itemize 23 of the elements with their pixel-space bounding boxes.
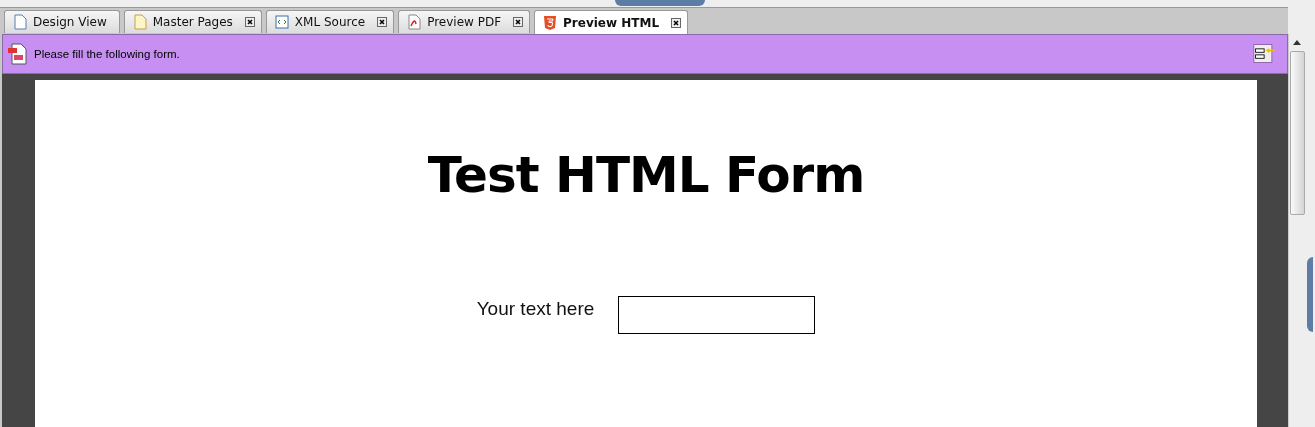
pdf-icon bbox=[407, 14, 422, 30]
tab[interactable]: Preview PDF bbox=[398, 10, 531, 33]
code-icon bbox=[274, 14, 289, 30]
html5-icon bbox=[543, 15, 558, 31]
message-text: Please fill the following form. bbox=[34, 48, 180, 60]
close-icon[interactable] bbox=[513, 17, 524, 27]
form-fields-icon[interactable] bbox=[1253, 42, 1277, 66]
side-panel-handle[interactable] bbox=[1307, 257, 1313, 332]
tab[interactable]: XML Source bbox=[265, 10, 395, 33]
tab[interactable]: Master Pages bbox=[123, 10, 262, 33]
text-field[interactable] bbox=[618, 296, 816, 334]
close-icon[interactable] bbox=[377, 17, 388, 27]
tab[interactable]: Preview HTML bbox=[534, 10, 689, 35]
page-icon bbox=[132, 14, 147, 30]
document-icon bbox=[13, 14, 27, 30]
form-document-icon bbox=[6, 42, 30, 66]
collapse-handle[interactable] bbox=[615, 0, 705, 6]
vertical-scrollbar[interactable] bbox=[1288, 34, 1305, 427]
field-label: Your text here bbox=[476, 297, 595, 320]
tab[interactable]: Design View bbox=[4, 10, 120, 33]
form-title: Test HTML Form bbox=[427, 146, 865, 204]
close-icon[interactable] bbox=[671, 18, 682, 28]
close-icon[interactable] bbox=[244, 17, 255, 27]
